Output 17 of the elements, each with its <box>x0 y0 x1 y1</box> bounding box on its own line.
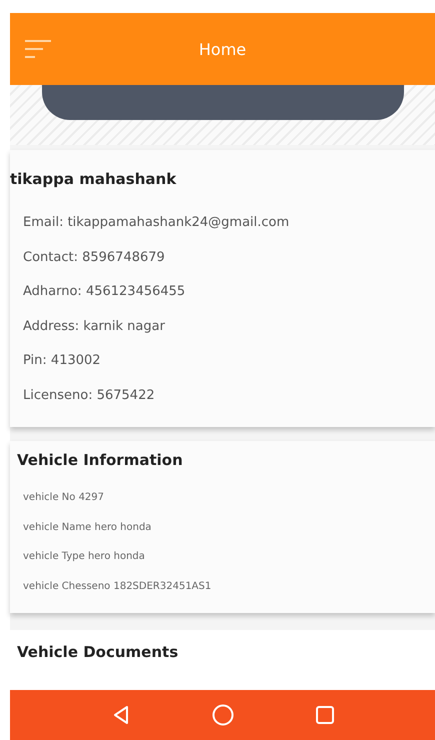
vehicle-detail: vehicle Name hero honda <box>22 520 152 534</box>
profile-detail: Contact: 8596748679 <box>22 248 166 266</box>
profile-detail: Pin: 413002 <box>22 352 102 370</box>
menu-icon[interactable] <box>25 38 51 60</box>
profile-detail: Email: tikappamahashank24@gmail.com <box>22 214 290 232</box>
vehicle-detail: vehicle Type hero honda <box>22 550 146 564</box>
home-icon[interactable] <box>212 704 234 726</box>
profile-name: tikappa mahashank <box>10 170 178 188</box>
profile-detail: Address: karnik nagar <box>22 318 166 336</box>
profile-detail: Licenseno: 5675422 <box>22 386 156 404</box>
vehicle-detail: vehicle No 4297 <box>22 491 106 505</box>
recents-icon[interactable] <box>314 705 334 725</box>
section-title: Vehicle Information <box>17 451 184 469</box>
vehicle-detail: vehicle Chesseno 182SDER32451AS1 <box>22 580 212 594</box>
app-bar-title: Home <box>198 40 246 58</box>
section-title: Vehicle Documents <box>17 643 178 661</box>
profile-detail: Adharno: 456123456455 <box>22 283 186 301</box>
